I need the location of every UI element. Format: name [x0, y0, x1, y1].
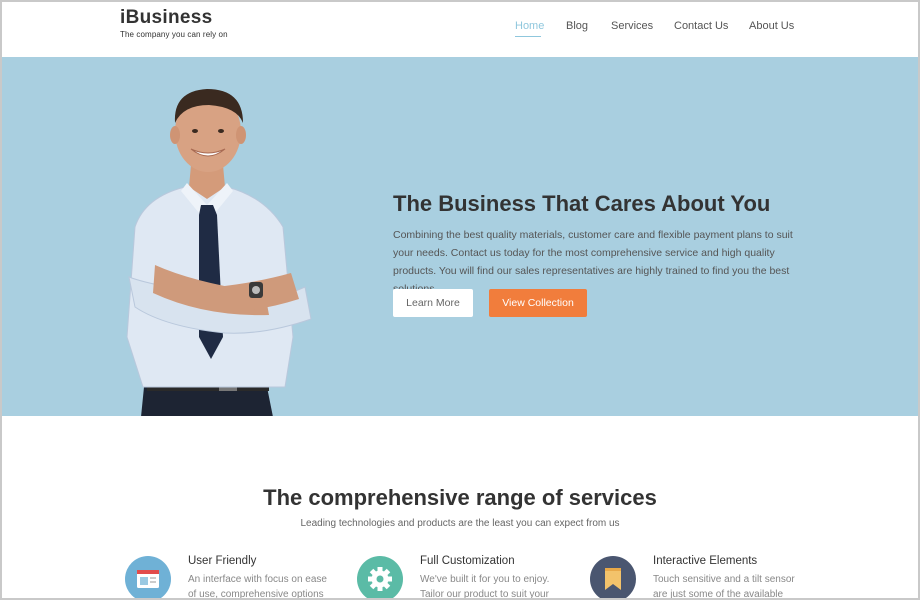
service-text: Touch sensitive and a tilt sensor are ju… [653, 574, 795, 600]
service-title: Full Customization [420, 555, 515, 567]
bookmark-icon [590, 556, 636, 600]
service-text: An interface with focus on ease of use, … [188, 574, 327, 600]
nav-item-home[interactable]: Home [515, 20, 544, 32]
hero-section: The Business That Cares About You Combin… [0, 57, 920, 416]
nav-item-about-us[interactable]: About Us [749, 20, 794, 32]
service-title: Interactive Elements [653, 555, 758, 567]
businessman-image [126, 89, 312, 416]
service-title: User Friendly [188, 555, 257, 567]
site-header: iBusiness The company you can rely on Ho… [0, 0, 920, 57]
nav-item-contact-us[interactable]: Contact Us [674, 20, 728, 32]
view-collection-button[interactable]: View Collection [489, 289, 587, 317]
hero-title: The Business That Cares About You [393, 191, 771, 216]
nav-item-services[interactable]: Services [611, 20, 653, 32]
gear-icon [357, 556, 403, 600]
nav-active-underline [515, 36, 541, 37]
browser-window-icon [125, 556, 171, 600]
hero-description: Combining the best quality materials, cu… [393, 229, 793, 295]
nav-item-blog[interactable]: Blog [566, 20, 588, 32]
main-nav: Home Blog Services Contact Us About Us [0, 18, 920, 42]
services-title: The comprehensive range of services [263, 485, 657, 510]
service-text: We've built it for you to enjoy. Tailor … [420, 574, 550, 600]
services-subtitle: Leading technologies and products are th… [300, 518, 620, 529]
learn-more-button[interactable]: Learn More [393, 289, 473, 317]
